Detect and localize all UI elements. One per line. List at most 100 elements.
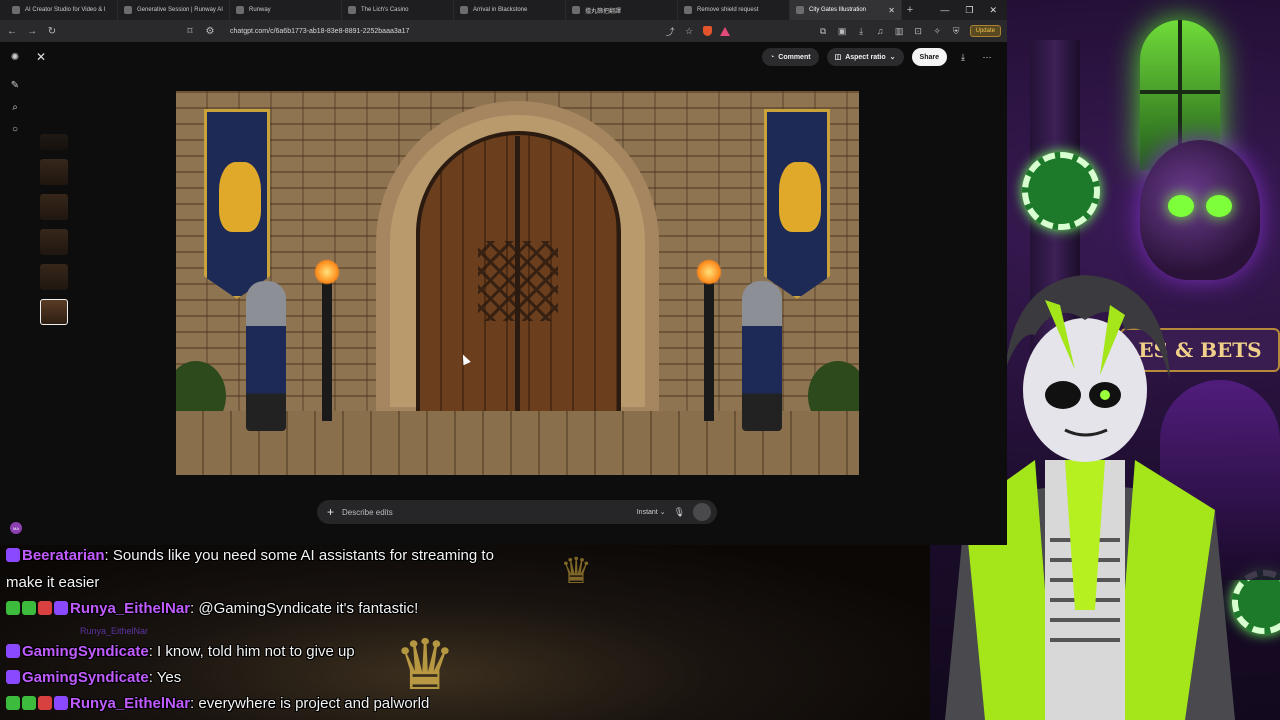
chat-message: GamingSyndicate: I know, told him not to… — [6, 643, 355, 660]
music-icon[interactable]: ♫ — [875, 26, 886, 36]
bookmark-icon[interactable]: ⌑ — [184, 26, 196, 37]
search-icon[interactable]: ⌕ — [8, 100, 22, 114]
chat-message: make it easier — [6, 574, 99, 591]
chat-text: : I know, told him not to give up — [148, 643, 355, 660]
window-controls: — ❐ ✕ — [940, 5, 1007, 16]
torch-right — [696, 259, 722, 421]
screenshot-icon[interactable]: ⊡ — [913, 26, 924, 37]
brave-rewards-icon[interactable] — [719, 26, 730, 36]
mode-select[interactable]: Instant ⌄ — [637, 508, 666, 516]
generated-image-city-gates[interactable] — [176, 91, 859, 475]
tab-translation[interactable]: 擋丸篩把翻譯 — [566, 0, 678, 20]
share-page-icon[interactable]: ⤴ — [665, 25, 676, 38]
chat-text: make it easier — [6, 574, 100, 591]
golden-crown-icon: ♛ — [393, 626, 457, 704]
chat-message: Beeratarian: Sounds like you need some A… — [6, 547, 494, 564]
site-info-icon[interactable]: ⚙ — [204, 26, 216, 37]
badge-icon — [6, 601, 20, 615]
tab-label: 擋丸篩把翻譯 — [585, 8, 622, 15]
history-thumbnail[interactable] — [40, 264, 68, 290]
stream-scene: ES & BETS AI Creator Studio for Video & … — [0, 0, 1280, 720]
history-thumbnail-selected[interactable] — [40, 299, 68, 325]
reload-icon[interactable]: ↻ — [46, 26, 58, 37]
badge-icon — [6, 548, 20, 562]
history-thumbnail[interactable] — [40, 134, 68, 150]
casino-chip-icon — [1022, 152, 1100, 230]
tab-bar: AI Creator Studio for Video & I Generati… — [0, 0, 1007, 20]
download-icon[interactable]: ⤓ — [955, 52, 971, 63]
image-history — [40, 134, 68, 325]
torch-left — [314, 259, 340, 421]
restore-icon[interactable]: ❐ — [965, 5, 973, 16]
badge-icon — [22, 601, 36, 615]
microphone-icon[interactable]: 🎙 — [674, 507, 685, 518]
chat-text: : @GamingSyndicate it's fantastic! — [190, 600, 419, 617]
tab-lichs-casino[interactable]: The Lich's Casino — [342, 0, 454, 20]
back-icon[interactable]: ← — [6, 26, 18, 37]
vpn-icon[interactable]: ⛨ — [951, 26, 962, 37]
favicon-icon — [348, 6, 356, 14]
send-button[interactable] — [693, 503, 711, 521]
favicon-icon — [684, 6, 692, 14]
bookmark-star-icon[interactable]: ☆ — [684, 26, 695, 37]
download-icon[interactable]: ⤓ — [856, 26, 867, 37]
tab-label: City Gates Illustration — [809, 7, 867, 13]
aspect-label: Aspect ratio — [845, 53, 886, 61]
edit-icon[interactable]: ✎ — [8, 78, 22, 92]
tab-arrival-blackstone[interactable]: Arrival in Blackstone — [454, 0, 566, 20]
url-field[interactable]: chatgpt.com/c/6a6b1773-ab18-83e8-8891-22… — [230, 28, 657, 35]
edit-composer: + Describe edits Instant ⌄ 🎙 — [317, 500, 717, 524]
chat-message: GamingSyndicate: Yes — [6, 669, 181, 686]
brave-shield-icon[interactable] — [702, 26, 712, 36]
history-thumbnail[interactable] — [40, 229, 68, 255]
chatgpt-image-editor: ✺ ✎ ⌕ ○ MA ✕ ◔ Comment ◫ Aspect ratio ⌄ Sha… — [0, 42, 1007, 545]
tab-runway[interactable]: Runway — [230, 0, 342, 20]
new-tab-button[interactable]: + — [902, 4, 918, 16]
sidebar-icon[interactable]: ▥ — [894, 26, 905, 37]
tab-label: Runway — [249, 7, 271, 13]
chevron-down-icon: ⌄ — [889, 54, 896, 61]
editor-toolbar: ◔ Comment ◫ Aspect ratio ⌄ Share ⤓ ⋯ — [762, 48, 995, 66]
history-thumbnail[interactable] — [40, 194, 68, 220]
tab-ai-creator-studio[interactable]: AI Creator Studio for Video & I — [6, 0, 118, 20]
badge-icon — [6, 644, 20, 658]
minimize-icon[interactable]: — — [940, 5, 949, 16]
badge-icon — [54, 696, 68, 710]
forward-icon[interactable]: → — [26, 26, 38, 37]
badge-icon — [22, 696, 36, 710]
more-options-icon[interactable]: ⋯ — [979, 52, 995, 63]
tab-city-gates[interactable]: City Gates Illustration ✕ — [790, 0, 902, 20]
lion-emblem-icon — [779, 162, 821, 232]
address-bar: ← → ↻ ⌑ ⚙ chatgpt.com/c/6a6b1773-ab18-83… — [0, 20, 1007, 42]
user-avatar[interactable]: MA — [10, 522, 22, 534]
favicon-icon — [460, 6, 468, 14]
leo-icon[interactable]: ✧ — [932, 26, 943, 37]
circle-icon[interactable]: ○ — [8, 122, 22, 136]
update-button[interactable]: Update — [969, 25, 1001, 37]
tab-label: The Lich's Casino — [361, 7, 409, 13]
badge-icon — [38, 696, 52, 710]
close-editor-icon[interactable]: ✕ — [36, 50, 46, 64]
aspect-ratio-button[interactable]: ◫ Aspect ratio ⌄ — [826, 48, 904, 66]
tab-remove-shield[interactable]: Remove shield request — [678, 0, 790, 20]
guard-left — [246, 281, 286, 431]
history-thumbnail[interactable] — [40, 159, 68, 185]
badge-icon — [38, 601, 52, 615]
openai-logo-icon[interactable]: ✺ — [8, 50, 22, 64]
aspect-icon: ◫ — [834, 54, 842, 61]
close-tab-icon[interactable]: ✕ — [888, 6, 895, 15]
chat-username: GamingSyndicate — [22, 669, 149, 686]
attach-plus-icon[interactable]: + — [327, 505, 334, 519]
share-button[interactable]: Share — [911, 48, 947, 66]
tab-label: Arrival in Blackstone — [473, 7, 528, 13]
tab-generative-session[interactable]: Generative Session | Runway AI — [118, 0, 230, 20]
chat-text: : everywhere is project and palworld — [190, 695, 430, 712]
wallet-icon[interactable]: ▣ — [837, 26, 848, 37]
iron-lattice — [478, 241, 558, 321]
extensions-icon[interactable]: ⧉ — [818, 26, 829, 37]
describe-edits-input[interactable]: Describe edits — [342, 508, 629, 517]
close-window-icon[interactable]: ✕ — [989, 5, 997, 16]
lion-emblem-icon — [219, 162, 261, 232]
comment-button[interactable]: ◔ Comment — [762, 48, 819, 66]
badge-icon — [54, 601, 68, 615]
